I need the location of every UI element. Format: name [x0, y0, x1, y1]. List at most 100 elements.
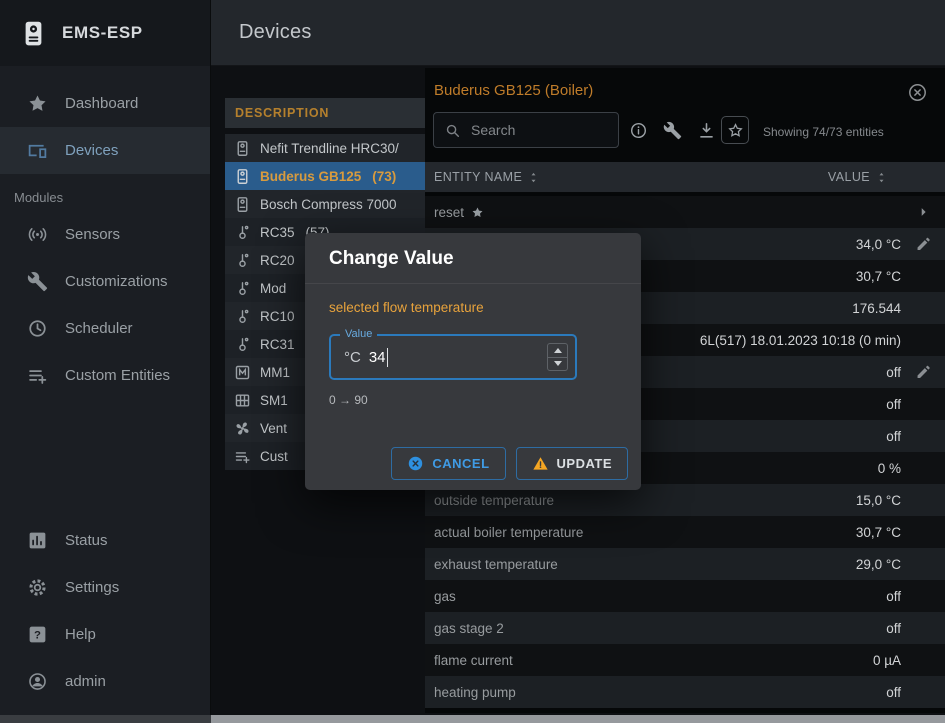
sidebar: EMS-ESP Dashboard Devices Modules Sensor… [0, 0, 211, 723]
sidebar-item-settings[interactable]: Settings [0, 564, 210, 611]
sidebar-item-label: Status [65, 532, 108, 549]
scrollbar-thumb[interactable] [211, 715, 945, 723]
edit-pencil-icon[interactable] [915, 236, 932, 253]
device-row[interactable]: Bosch Compress 7000 [225, 190, 425, 218]
sidebar-item-admin[interactable]: admin [0, 658, 210, 705]
thermostat-icon [234, 224, 251, 241]
sidebar-item-label: Settings [65, 579, 119, 596]
search-input[interactable] [469, 121, 603, 139]
modules-section-label: Modules [0, 174, 210, 211]
sensors-icon [27, 224, 48, 245]
value-text: 34 [369, 349, 386, 366]
sidebar-item-custom-entities[interactable]: Custom Entities [0, 352, 210, 399]
sidebar-item-label: Scheduler [65, 320, 133, 337]
dialog-entity-label: selected flow temperature [329, 300, 617, 315]
sidebar-item-label: Dashboard [65, 95, 138, 112]
table-row[interactable]: flame current 0 µA [425, 644, 945, 676]
table-row[interactable]: exhaust temperature 29,0 °C [425, 548, 945, 580]
edit-pencil-icon[interactable] [915, 364, 932, 381]
boiler-logo-icon [20, 20, 47, 47]
cancel-circle-icon [407, 455, 424, 472]
warning-icon [532, 455, 549, 472]
table-row[interactable]: reset [425, 196, 945, 228]
entity-search [433, 112, 619, 148]
entity-table-header: ENTITY NAME VALUE [425, 162, 945, 192]
ems-esp-app: Devices EMS-ESP Dashboard Devices Module… [0, 0, 945, 723]
gear-icon [27, 577, 48, 598]
sidebar-item-devices[interactable]: Devices [0, 127, 210, 174]
mixer-module-icon [234, 364, 251, 381]
table-row[interactable]: heating pump off [425, 676, 945, 708]
sidebar-item-label: Sensors [65, 226, 120, 243]
caret-right-icon[interactable] [915, 204, 932, 221]
sidebar-item-label: Help [65, 626, 96, 643]
horizontal-scrollbar[interactable] [0, 715, 945, 723]
table-row[interactable]: actual boiler temperature 30,7 °C [425, 516, 945, 548]
device-row-selected[interactable]: Buderus GB125 (73) [225, 162, 425, 190]
commands-wrench-icon[interactable] [663, 121, 682, 140]
thermostat-icon [234, 336, 251, 353]
star-icon [27, 93, 48, 114]
thermostat-icon [234, 252, 251, 269]
close-icon[interactable] [907, 82, 928, 103]
thermostat-icon [234, 308, 251, 325]
info-icon[interactable] [629, 121, 648, 140]
update-button[interactable]: UPDATE [516, 447, 628, 480]
sidebar-item-dashboard[interactable]: Dashboard [0, 80, 210, 127]
text-cursor [387, 348, 389, 367]
dialog-actions: CANCEL UPDATE [391, 447, 628, 480]
sidebar-item-help[interactable]: ? Help [0, 611, 210, 658]
sidebar-item-label: Customizations [65, 273, 168, 290]
cancel-button[interactable]: CANCEL [391, 447, 505, 480]
list-add-icon [27, 365, 48, 386]
favorites-filter-button[interactable] [721, 116, 749, 144]
download-icon[interactable] [697, 121, 716, 140]
sort-icon[interactable] [526, 170, 541, 185]
thermostat-icon [234, 280, 251, 297]
clock-icon [27, 318, 48, 339]
list-add-icon [234, 448, 251, 465]
entities-count-text: Showing 74/73 entities [763, 125, 884, 139]
boiler-icon [234, 168, 251, 185]
topbar: Devices [211, 0, 945, 66]
device-row[interactable]: Nefit Trendline HRC30/ [225, 134, 425, 162]
table-row[interactable]: gas off [425, 580, 945, 612]
help-icon: ? [27, 624, 48, 645]
wrench-icon [27, 271, 48, 292]
boiler-icon [234, 140, 251, 157]
account-icon [27, 671, 48, 692]
sidebar-item-label: Custom Entities [65, 367, 170, 384]
sidebar-item-status[interactable]: Status [0, 517, 210, 564]
solar-module-icon [234, 392, 251, 409]
spinner-down-icon[interactable] [548, 358, 567, 371]
device-list-header: DESCRIPTION [225, 98, 425, 128]
value-unit: °C [344, 349, 361, 366]
svg-text:?: ? [34, 629, 41, 641]
devices-icon [27, 140, 48, 161]
star-outline-icon [727, 122, 744, 139]
sidebar-item-customizations[interactable]: Customizations [0, 258, 210, 305]
fan-icon [234, 420, 251, 437]
column-entity-name: ENTITY NAME [434, 170, 541, 185]
value-input[interactable]: Value °C 34 [329, 334, 577, 380]
app-title: EMS-ESP [62, 23, 143, 43]
sidebar-item-sensors[interactable]: Sensors [0, 211, 210, 258]
device-detail-title: Buderus GB125 (Boiler) [434, 82, 593, 99]
value-range-hint: 0 → 90 [329, 393, 617, 407]
page-title: Devices [239, 21, 312, 44]
spinner-up-icon[interactable] [548, 344, 567, 358]
dialog-title: Change Value [305, 233, 641, 284]
search-icon [444, 122, 461, 139]
sidebar-item-label: admin [65, 673, 106, 690]
sort-icon[interactable] [874, 170, 889, 185]
table-row[interactable]: gas stage 2 off [425, 612, 945, 644]
sidebar-item-label: Devices [65, 142, 118, 159]
app-logo: EMS-ESP [0, 0, 210, 66]
sidebar-nav: Dashboard Devices Modules Sensors Custom… [0, 66, 210, 399]
number-spinner [547, 343, 568, 371]
sidebar-item-scheduler[interactable]: Scheduler [0, 305, 210, 352]
sidebar-bottom: Status Settings ? Help admin [0, 517, 210, 705]
value-input-label: Value [340, 328, 377, 340]
boiler-icon [234, 196, 251, 213]
favorite-star-icon [471, 206, 484, 219]
